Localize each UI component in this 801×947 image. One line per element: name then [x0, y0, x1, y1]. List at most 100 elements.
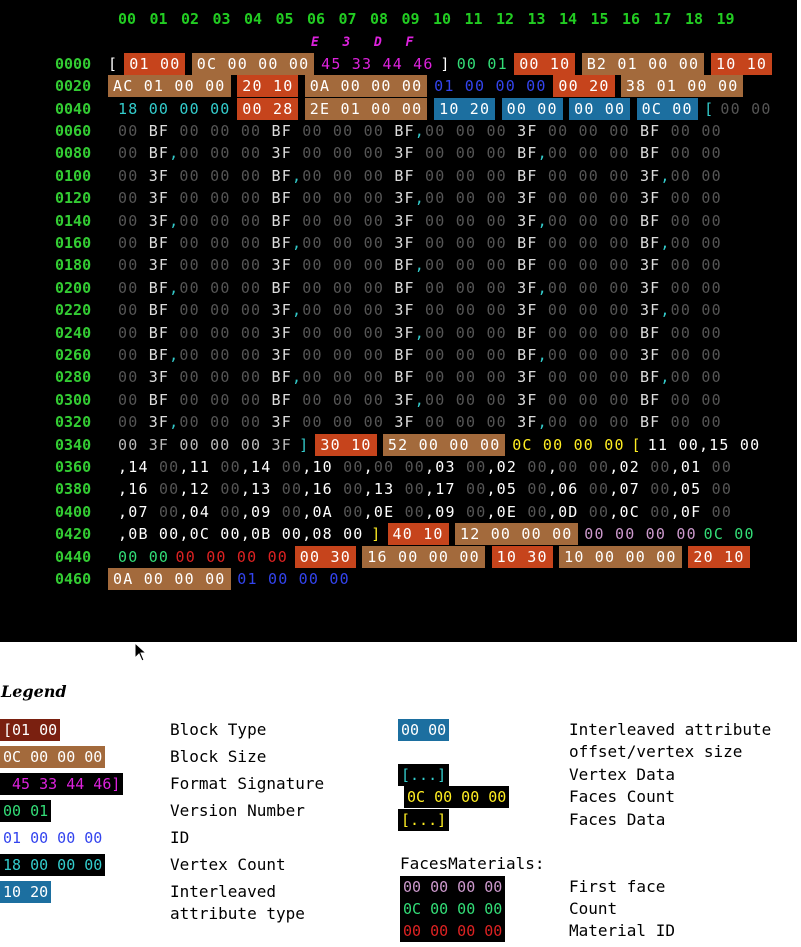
- hex-byte: BF: [639, 368, 661, 387]
- hex-byte: 00: [670, 413, 692, 432]
- hex-byte: 3F: [517, 122, 538, 140]
- hex-byte: [599, 324, 609, 342]
- hex-byte: 00: [670, 211, 692, 230]
- hex-byte: [476, 256, 486, 274]
- hex-byte: 00: [373, 458, 395, 476]
- hex-byte: [630, 189, 640, 207]
- hex-byte: 00: [179, 256, 200, 275]
- hex-byte: 00: [332, 166, 354, 185]
- hex-byte: 00: [302, 368, 323, 387]
- hex-byte: [323, 413, 333, 431]
- hex-byte: [261, 413, 271, 431]
- hex-byte: ,: [302, 480, 313, 499]
- hex-byte: [630, 234, 640, 252]
- hex-byte: [384, 144, 394, 162]
- row-offset: 0420: [55, 525, 92, 544]
- hex-byte: [384, 413, 394, 431]
- hex-byte: 3F: [517, 413, 538, 432]
- hex-byte: 00: [179, 234, 200, 252]
- legend-label: Material ID: [569, 921, 675, 940]
- hex-byte: [169, 391, 179, 409]
- hex-byte: 3F: [394, 211, 415, 230]
- hex-byte: 00: [701, 413, 722, 432]
- hex-byte: 00: [486, 278, 507, 297]
- hex-byte: [640, 503, 650, 521]
- hex-byte: 00: [220, 502, 241, 521]
- hex-byte: 3F: [271, 301, 292, 320]
- row-offset: 0300: [55, 390, 92, 409]
- hex-byte: [415, 413, 425, 431]
- hex-byte: [568, 122, 578, 140]
- hex-byte: 00: [118, 211, 139, 230]
- hex-row: 00 BF 00 00 00 3F,00 00 00 3F 00 00 00 3…: [118, 299, 722, 321]
- hex-byte: [538, 324, 548, 342]
- hex-byte: [507, 256, 517, 274]
- hex-byte: 00: [332, 278, 354, 297]
- hex-byte: [507, 391, 517, 409]
- hex-byte: ,: [425, 502, 436, 521]
- hex-byte: 00: [210, 301, 231, 320]
- hex-byte: 3F: [148, 211, 170, 230]
- hex-byte: [384, 189, 394, 207]
- hex-byte: ,: [179, 502, 190, 521]
- hex-byte: ,: [547, 502, 559, 521]
- hex-byte: 00: [363, 144, 385, 163]
- hex-byte: [599, 413, 609, 431]
- hex-group: 00 01: [456, 54, 508, 73]
- hex-byte: [599, 346, 609, 364]
- hex-byte: 00: [210, 211, 231, 230]
- hex-row: 00 BF,00 00 00 BF 00 00 00 BF 00 00 00 3…: [118, 277, 722, 299]
- hex-byte: 00: [609, 211, 630, 230]
- hex-byte: 00: [455, 234, 477, 252]
- hex-byte: [323, 122, 333, 140]
- hex-byte: [415, 279, 425, 297]
- hex-byte: [138, 234, 148, 252]
- hex-byte: 14: [251, 458, 272, 476]
- hex-byte: 00: [425, 278, 446, 297]
- hex-byte: 00: [609, 413, 630, 432]
- hex-byte: [568, 346, 578, 364]
- hex-row: 00 3F,00 00 00 3F 00 00 00 3F 00 00 00 3…: [118, 411, 722, 433]
- hex-byte: 00: [240, 211, 262, 230]
- hex-group: ]: [299, 435, 310, 454]
- signature-char: F: [405, 35, 414, 51]
- hex-byte: [630, 122, 640, 140]
- hex-byte: 3F: [271, 346, 292, 364]
- hex-byte: 00: [332, 234, 354, 252]
- hex-byte: 00: [425, 189, 446, 208]
- legend-label: Version Number: [170, 801, 305, 820]
- hex-byte: 00: [363, 122, 385, 140]
- hex-byte: 00: [547, 346, 569, 364]
- hex-byte: [640, 480, 650, 498]
- hex-byte: 00: [332, 211, 354, 230]
- hex-byte: [210, 503, 220, 521]
- hex-byte: 00: [302, 256, 323, 275]
- hex-byte: 00: [609, 301, 630, 320]
- hex-byte: ,: [609, 480, 620, 499]
- hex-byte: [507, 189, 517, 207]
- hex-byte: ,: [414, 323, 426, 342]
- hex-byte: 00: [332, 189, 354, 208]
- hex-byte: 00: [240, 166, 262, 185]
- hex-byte: [599, 144, 609, 162]
- hex-byte: [446, 301, 456, 319]
- column-header: 15: [590, 10, 609, 28]
- hex-byte: 00: [486, 166, 507, 185]
- faces-materials-label: FacesMaterials:: [400, 854, 545, 873]
- hex-byte: 00: [220, 458, 241, 476]
- hex-byte: 00: [210, 122, 231, 140]
- hex-byte: ,: [660, 368, 671, 387]
- hex-byte: 00: [547, 323, 569, 342]
- hex-byte: 00: [578, 301, 600, 320]
- hex-byte: [200, 368, 210, 386]
- hex-byte: 00: [332, 256, 354, 275]
- hex-byte: 02: [619, 458, 640, 476]
- hex-byte: 00: [179, 122, 200, 140]
- hex-byte: 00: [332, 122, 354, 140]
- hex-byte: 00: [240, 323, 262, 342]
- signature-char: 3: [342, 35, 351, 51]
- hex-byte: ,: [179, 480, 190, 499]
- hex-byte: ,: [291, 301, 303, 320]
- hex-byte: [292, 324, 302, 342]
- hex-byte: 00: [179, 211, 200, 230]
